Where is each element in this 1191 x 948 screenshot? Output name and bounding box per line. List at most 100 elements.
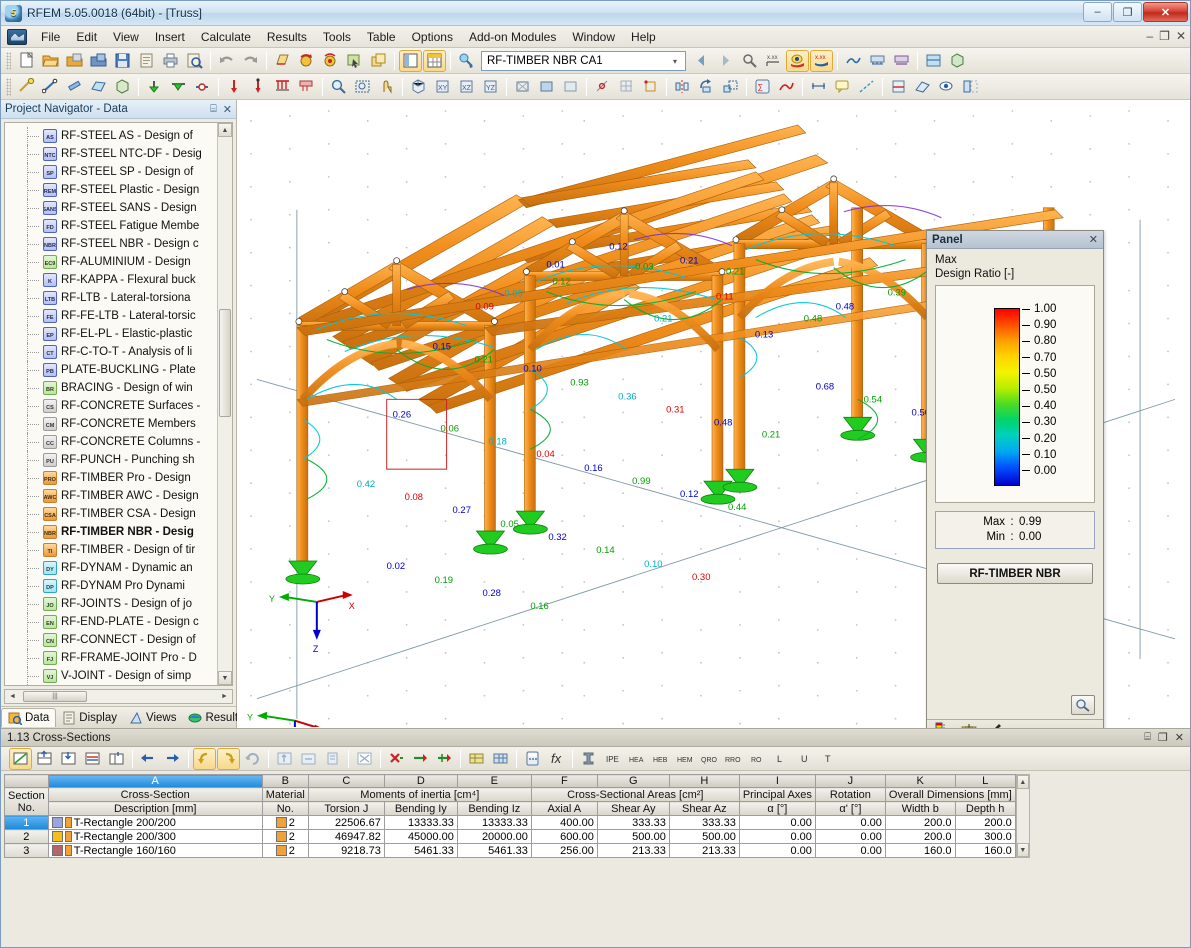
scroll-up-icon[interactable]: ▲	[218, 123, 232, 137]
shear-az-cell[interactable]: 213.33	[669, 844, 739, 858]
navigator-item[interactable]: SANSRF-STEEL SANS - Design	[5, 199, 232, 217]
new-node-icon[interactable]	[15, 76, 38, 98]
pan-icon[interactable]	[375, 76, 398, 98]
section-heb-icon[interactable]: HEB	[649, 748, 672, 770]
import-icon[interactable]	[297, 748, 320, 770]
menu-file[interactable]: File	[33, 27, 68, 47]
column-letter-j[interactable]: J	[815, 775, 885, 788]
render-model-icon[interactable]	[271, 50, 294, 72]
close-button[interactable]: ✕	[1143, 2, 1188, 22]
section-ro-icon[interactable]: RO	[745, 748, 768, 770]
column-letter-e[interactable]: E	[457, 775, 531, 788]
navigator-item[interactable]: CCRF-CONCRETE Columns -	[5, 433, 232, 451]
navigator-item[interactable]: TIRF-TIMBER - Design of tir	[5, 541, 232, 559]
menu-help[interactable]: Help	[623, 27, 664, 47]
scroll-down-icon[interactable]: ▼	[1017, 843, 1029, 857]
doc-close-button[interactable]: ✕	[1176, 29, 1186, 43]
view-xz-icon[interactable]: XZ	[455, 76, 478, 98]
material-cell[interactable]: 2	[262, 816, 308, 830]
navigator-item[interactable]: NBRRF-STEEL NBR - Design c	[5, 235, 232, 253]
results-panel[interactable]: Panel ✕ Max Design Ratio [-] 1.000.900.8…	[926, 230, 1104, 728]
scroll-left-icon[interactable]: ◄	[5, 693, 20, 700]
depth-h-cell[interactable]: 300.0	[955, 830, 1015, 844]
delete-row-icon[interactable]	[57, 748, 80, 770]
axial-a-cell[interactable]: 256.00	[531, 844, 597, 858]
zoom-window-icon[interactable]	[327, 76, 350, 98]
redo-table-icon[interactable]	[217, 748, 240, 770]
navigator-item[interactable]: FERF-FE-LTB - Lateral-torsic	[5, 307, 232, 325]
bending-iz-cell[interactable]: 20000.00	[457, 830, 531, 844]
row-number-cell[interactable]: 1	[5, 816, 49, 830]
color-legend[interactable]: 1.000.900.800.700.500.500.400.300.200.10…	[935, 285, 1095, 503]
next-loadcase-icon[interactable]	[714, 50, 737, 72]
description-cell[interactable]: T-Rectangle 200/200	[48, 816, 262, 830]
clear-table-icon[interactable]	[353, 748, 376, 770]
scroll-down-icon[interactable]: ▼	[218, 671, 232, 685]
row-number-cell[interactable]: 2	[5, 830, 49, 844]
open-model-icon[interactable]	[63, 50, 86, 72]
open-project-icon[interactable]	[87, 50, 110, 72]
navigator-item[interactable]: DYRF-DYNAM - Dynamic an	[5, 559, 232, 577]
model-viewport[interactable]: X Y Z X Y Z	[237, 100, 1190, 728]
navigator-item[interactable]: CSRF-CONCRETE Surfaces -	[5, 397, 232, 415]
redo-icon[interactable]	[239, 50, 262, 72]
width-b-cell[interactable]: 200.0	[885, 816, 955, 830]
insert-column-icon[interactable]	[105, 748, 128, 770]
new-nodal-support-icon[interactable]	[143, 76, 166, 98]
cross-sections-table[interactable]: ABCDEFGHIJKLSectionNo.Cross-SectionMater…	[4, 774, 1016, 858]
navigator-item[interactable]: CNRF-CONNECT - Design of	[5, 631, 232, 649]
wireframe-icon[interactable]	[511, 76, 534, 98]
menu-view[interactable]: View	[105, 27, 147, 47]
result-values-icon[interactable]: x.xx	[762, 50, 785, 72]
menu-calculate[interactable]: Calculate	[193, 27, 259, 47]
navigator-item[interactable]: EC9RF-ALUMINIUM - Design	[5, 253, 232, 271]
menu-addon-modules[interactable]: Add-on Modules	[461, 27, 564, 47]
alpha-cell[interactable]: 0.00	[739, 830, 815, 844]
load-case-combobox[interactable]: RF-TIMBER NBR CA1 ▾	[481, 51, 686, 71]
navigator-item[interactable]: NBRRF-TIMBER NBR - Desig	[5, 523, 232, 541]
show-navigator-icon[interactable]	[399, 50, 422, 72]
restore-icon[interactable]: ❐	[1158, 731, 1168, 744]
member-forces-icon[interactable]	[890, 50, 913, 72]
section-u-icon[interactable]: U	[793, 748, 816, 770]
bending-iy-cell[interactable]: 45000.00	[384, 830, 457, 844]
navigator-item[interactable]: JORF-JOINTS - Design of jo	[5, 595, 232, 613]
scroll-right-icon[interactable]: ►	[217, 693, 232, 700]
select-objects-icon[interactable]	[343, 50, 366, 72]
table-vertical-scrollbar[interactable]: ▲ ▼	[1016, 774, 1030, 858]
undo-table-icon[interactable]	[193, 748, 216, 770]
navigator-item[interactable]: FDRF-STEEL Fatigue Membe	[5, 217, 232, 235]
column-letter-b[interactable]: B	[262, 775, 308, 788]
edit-cell-icon[interactable]	[9, 748, 32, 770]
menu-insert[interactable]: Insert	[147, 27, 193, 47]
move-left-icon[interactable]	[137, 748, 160, 770]
shear-az-cell[interactable]: 333.33	[669, 816, 739, 830]
navigator-item[interactable]: PRORF-TIMBER Pro - Design	[5, 469, 232, 487]
refresh-icon[interactable]	[241, 748, 264, 770]
navigator-item[interactable]: LTBRF-LTB - Lateral-torsiona	[5, 289, 232, 307]
guideline-icon[interactable]	[855, 76, 878, 98]
line-load-icon[interactable]	[271, 76, 294, 98]
new-member-icon[interactable]	[63, 76, 86, 98]
support-reactions-icon[interactable]	[866, 50, 889, 72]
navigator-item[interactable]: PURF-PUNCH - Punching sh	[5, 451, 232, 469]
rotate-center-icon[interactable]	[319, 50, 342, 72]
bending-iy-cell[interactable]: 13333.33	[384, 816, 457, 830]
open-file-icon[interactable]	[39, 50, 62, 72]
torsion-j-cell[interactable]: 22506.67	[308, 816, 384, 830]
dimension-icon[interactable]	[807, 76, 830, 98]
navigator-tree[interactable]: ASRF-STEEL AS - Design ofNTCRF-STEEL NTC…	[4, 122, 233, 686]
shear-ay-cell[interactable]: 500.00	[597, 830, 669, 844]
navigator-tab-display[interactable]: Display	[56, 709, 123, 727]
section-ipe-icon[interactable]: IPE	[601, 748, 624, 770]
menu-edit[interactable]: Edit	[68, 27, 105, 47]
zoom-all-icon[interactable]	[351, 76, 374, 98]
close-icon[interactable]: ✕	[223, 103, 232, 116]
pin-icon[interactable]: ⌸	[1144, 731, 1151, 744]
new-file-icon[interactable]	[15, 50, 38, 72]
toolbar-grip[interactable]	[6, 78, 11, 96]
menu-tools[interactable]: Tools	[315, 27, 359, 47]
navigator-item[interactable]: AWCRF-TIMBER AWC - Design	[5, 487, 232, 505]
table-row[interactable]: 3T-Rectangle 160/16029218.735461.335461.…	[5, 844, 1016, 858]
section-rro-icon[interactable]: RRO	[721, 748, 744, 770]
